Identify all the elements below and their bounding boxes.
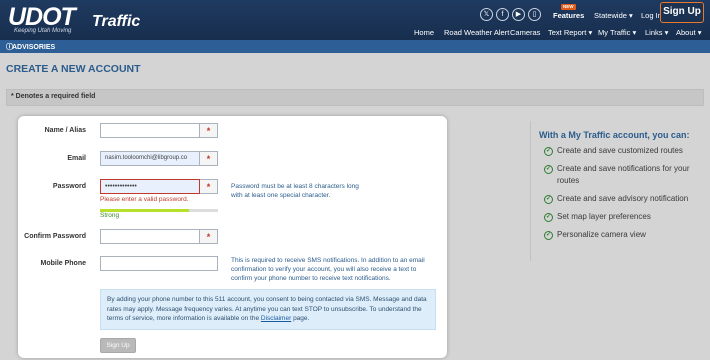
nav-links-label: Links [645, 28, 663, 37]
advisories-text: ADVISORIES [12, 44, 56, 51]
nav-text-report-label: Text Report [548, 28, 587, 37]
facebook-icon[interactable]: f [496, 8, 509, 21]
name-input[interactable] [100, 123, 200, 138]
x-icon[interactable]: 𝕏 [480, 8, 493, 21]
udot-logo[interactable]: UDOT Keeping Utah Moving [8, 3, 76, 35]
email-required-mark: * [200, 151, 218, 166]
nav-links[interactable]: Links ▾ [645, 28, 668, 37]
logo-tagline: Keeping Utah Moving [14, 28, 72, 34]
password-label: Password [52, 183, 86, 190]
mobile-phone-label: Mobile Phone [40, 260, 87, 267]
region-label: Statewide [594, 11, 627, 20]
benefit-item: Set map layer preferences [557, 212, 651, 221]
advisories-bar[interactable]: ⓘ ADVISORIES [0, 40, 710, 53]
mobile-phone-hint: This is required to receive SMS notifica… [231, 257, 425, 282]
check-circle-icon: ✓ [544, 147, 553, 156]
nav-my-traffic[interactable]: My Traffic ▾ [598, 28, 636, 37]
top-header: UDOT Keeping Utah Moving Traffic 𝕏 f ▶ ▯… [0, 0, 710, 40]
signup-submit-button[interactable]: Sign Up [100, 338, 136, 353]
confirm-password-input[interactable] [100, 229, 200, 244]
logo-text: UDOT [8, 3, 76, 31]
mobile-icon[interactable]: ▯ [528, 8, 541, 21]
confirm-password-label: Confirm Password [24, 233, 86, 240]
advisories-label: ⓘ ADVISORIES [6, 44, 56, 51]
benefit-item: Create and save advisory notification [557, 194, 689, 203]
signup-header-button[interactable]: Sign Up [660, 2, 704, 23]
benefits-title: With a My Traffic account, you can: [539, 130, 690, 140]
confirm-required-mark: * [200, 229, 218, 244]
benefit-item: Create and save customized routes [557, 146, 683, 155]
benefit-item: Create and save notifications for your r… [557, 164, 690, 185]
required-note-bar: * Denotes a required field [6, 89, 704, 106]
nav-about[interactable]: About ▾ [676, 28, 701, 37]
notice-end: page. [293, 315, 310, 322]
nav-cameras[interactable]: Cameras [510, 28, 540, 37]
password-strength-label: Strong [100, 212, 120, 219]
email-label: Email [67, 155, 86, 162]
sms-consent-notice: By adding your phone number to this 511 … [100, 289, 436, 330]
nav-road-weather-alert[interactable]: Road Weather Alert [444, 28, 509, 37]
check-circle-icon: ✓ [544, 165, 553, 174]
password-error: Please enter a valid password. [100, 196, 189, 203]
product-name: Traffic [92, 13, 141, 30]
email-input[interactable]: nasim.tooloomchi@libgroup.co [100, 151, 200, 166]
login-link[interactable]: Log In [641, 11, 662, 20]
nav-my-traffic-label: My Traffic [598, 28, 631, 37]
nav-home[interactable]: Home [414, 28, 434, 37]
password-required-mark: * [200, 179, 218, 194]
region-dropdown[interactable]: Statewide ▾ [594, 11, 633, 20]
password-hint: Password must be at least 8 characters l… [231, 183, 359, 199]
page-title: CREATE A NEW ACCOUNT [6, 63, 141, 75]
new-badge: NEW [561, 4, 576, 10]
name-required-mark: * [200, 123, 218, 138]
benefit-item: Personalize camera view [557, 230, 646, 239]
features-link[interactable]: Features [553, 11, 584, 20]
disclaimer-link[interactable]: Disclaimer [261, 315, 291, 322]
nav-text-report[interactable]: Text Report ▾ [548, 28, 592, 37]
mobile-phone-input[interactable] [100, 256, 218, 271]
required-note: * Denotes a required field [11, 93, 96, 100]
check-circle-icon: ✓ [544, 195, 553, 204]
check-circle-icon: ✓ [544, 213, 553, 222]
youtube-icon[interactable]: ▶ [512, 8, 525, 21]
chevron-down-icon: ▾ [629, 11, 633, 20]
password-input[interactable]: ••••••••••••• [100, 179, 200, 194]
check-circle-icon: ✓ [544, 231, 553, 240]
nav-about-label: About [676, 28, 696, 37]
name-label: Name / Alias [44, 127, 86, 134]
